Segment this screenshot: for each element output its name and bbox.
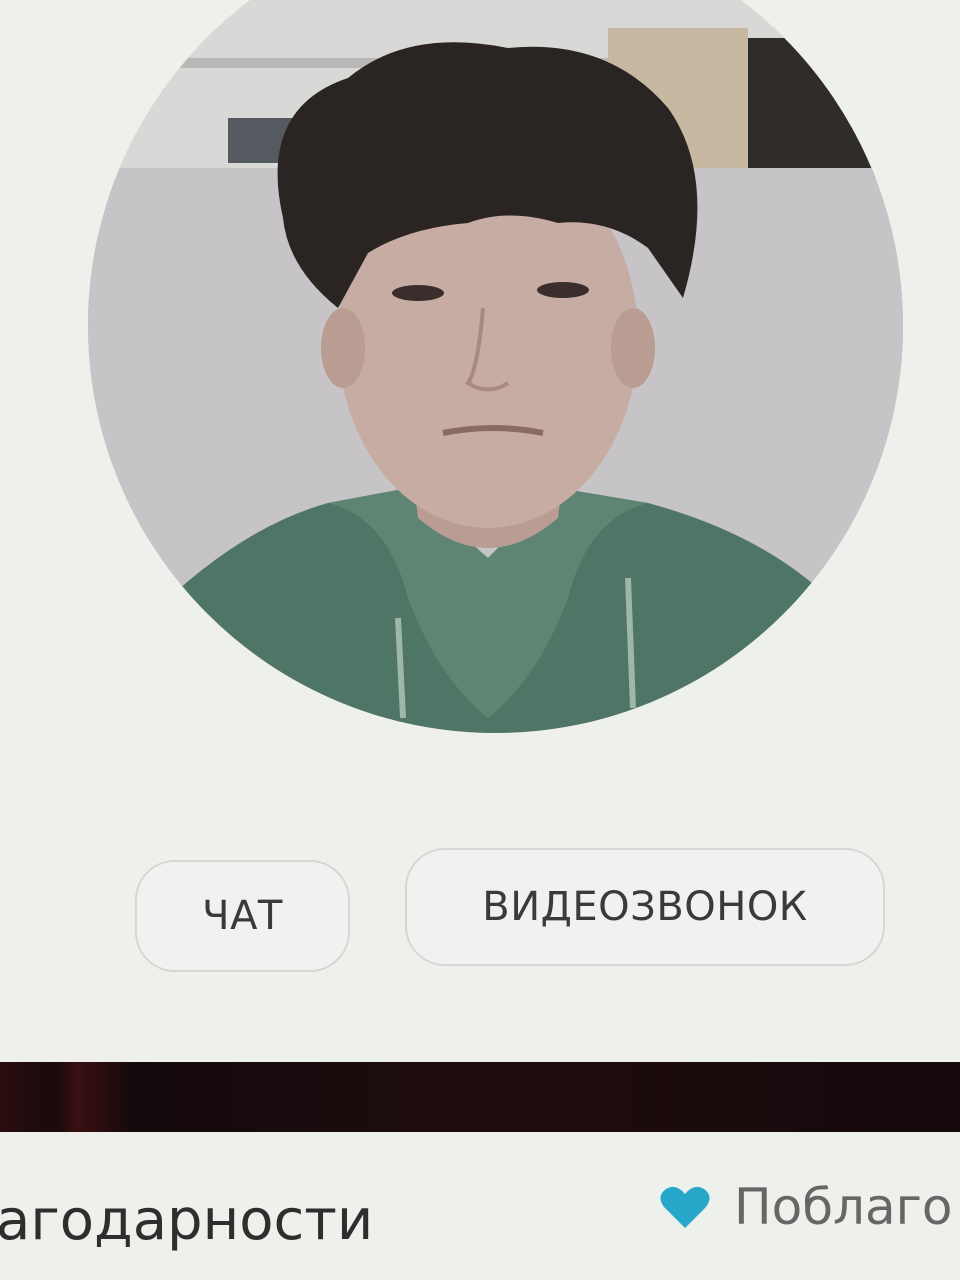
thank-action[interactable]: Поблаго bbox=[660, 1178, 952, 1236]
thank-label: Поблаго bbox=[734, 1178, 953, 1236]
profile-page: ЧАТ ВИДЕОЗВОНОК агодарности Поблаго bbox=[0, 0, 960, 1280]
thanks-tab-label[interactable]: агодарности bbox=[0, 1188, 373, 1253]
chat-button[interactable]: ЧАТ bbox=[135, 860, 350, 972]
media-strip bbox=[0, 1062, 960, 1132]
profile-avatar bbox=[88, 0, 903, 733]
heart-icon bbox=[660, 1186, 710, 1228]
video-call-button[interactable]: ВИДЕОЗВОНОК bbox=[405, 848, 885, 966]
avatar-photo bbox=[88, 0, 903, 733]
